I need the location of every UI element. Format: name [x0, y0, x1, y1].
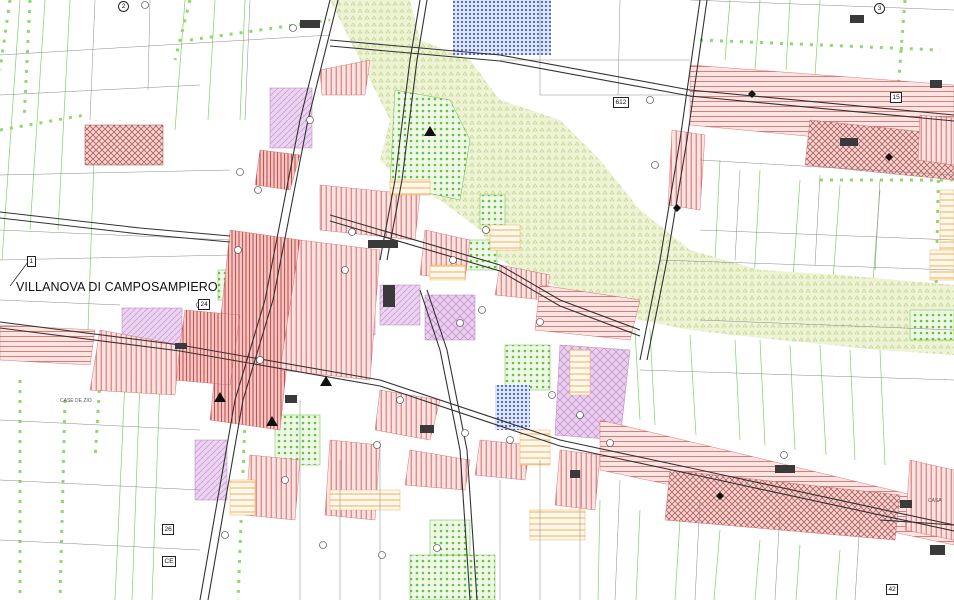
reference-tag-24[interactable]: 24	[198, 299, 211, 310]
reference-tag-612[interactable]: 612	[613, 97, 629, 108]
locality-label-east: CASA	[928, 498, 942, 504]
reference-tag-42[interactable]: 42	[886, 584, 899, 595]
reference-tag-15[interactable]: 15	[890, 92, 903, 103]
locality-label-west: CASE DE ZIO	[60, 398, 92, 404]
reference-tag-2[interactable]: 2	[118, 1, 129, 12]
place-name-label: VILLANOVA DI CAMPOSAMPIERO	[16, 280, 218, 294]
map-canvas[interactable]	[0, 0, 954, 600]
crosshatch-block	[84, 124, 164, 166]
blue-zone-north	[453, 0, 551, 55]
reference-tag-1[interactable]: 1	[27, 256, 36, 267]
reference-tag-3[interactable]: 3	[874, 3, 885, 14]
map-viewport[interactable]: VILLANOVA DI CAMPOSAMPIERO CASE DE ZIO C…	[0, 0, 954, 600]
reference-tag-26[interactable]: 26	[162, 524, 175, 535]
reference-tag-ce[interactable]: CE	[162, 556, 177, 567]
